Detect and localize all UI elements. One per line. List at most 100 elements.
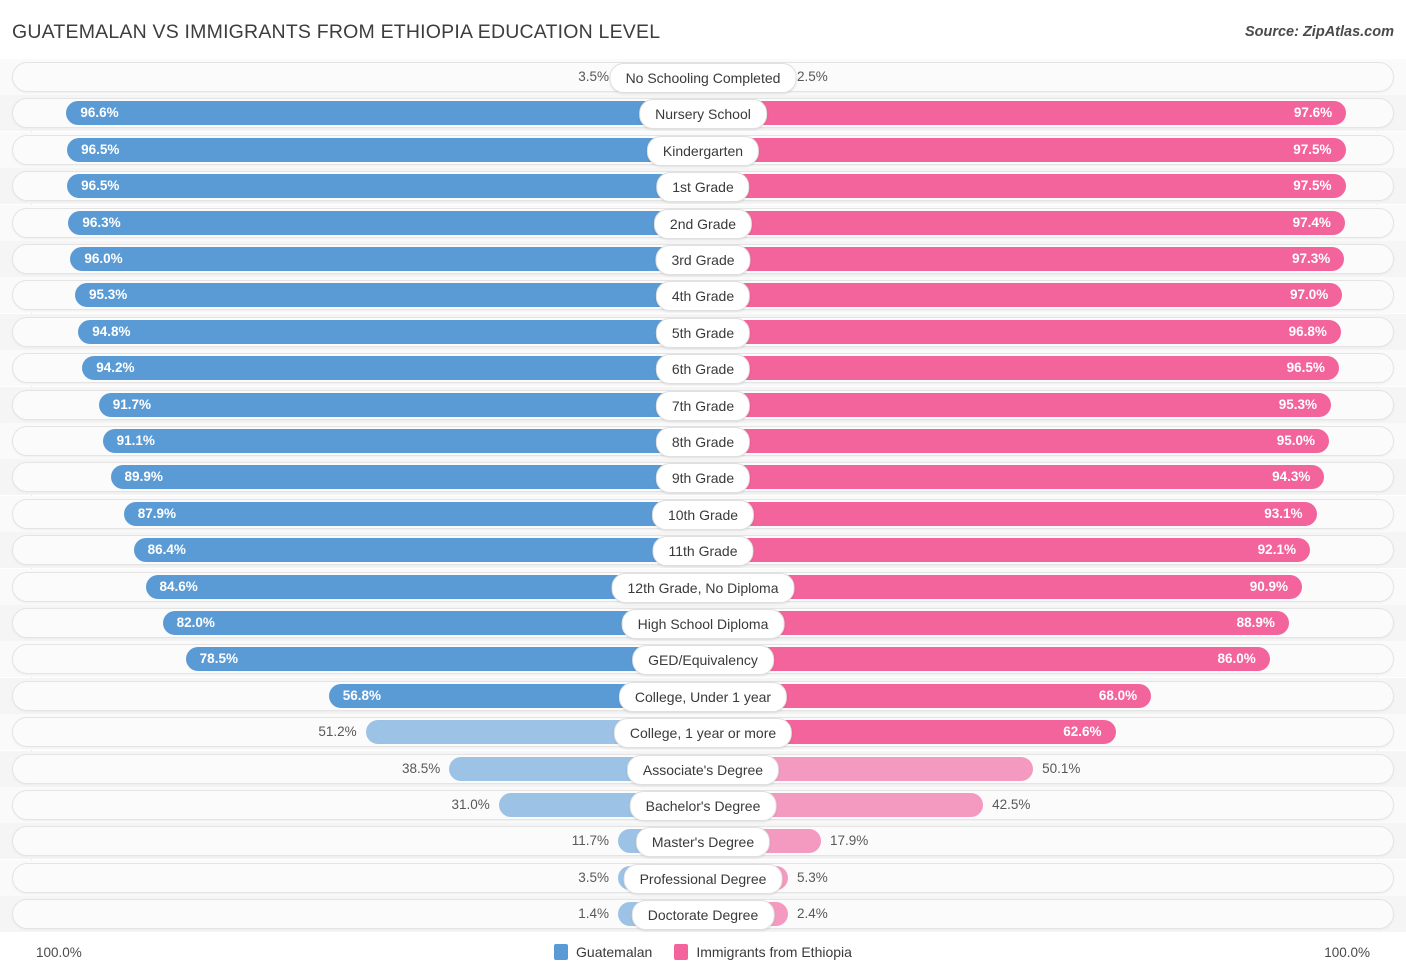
bar-value-left: 78.5% bbox=[199, 651, 238, 667]
bar-right-ethiopia[interactable] bbox=[703, 647, 1270, 672]
category-label[interactable]: 6th Grade bbox=[655, 354, 751, 385]
bar-left-guatemalan[interactable] bbox=[110, 465, 703, 490]
category-label[interactable]: 12th Grade, No Diploma bbox=[611, 572, 795, 603]
bar-right-ethiopia[interactable] bbox=[703, 429, 1330, 453]
bar-value-left: 94.8% bbox=[92, 323, 131, 339]
bar-value-right: 62.6% bbox=[1063, 724, 1102, 740]
bar-value-left: 51.2% bbox=[318, 724, 357, 740]
bar-right-ethiopia[interactable] bbox=[703, 319, 1341, 344]
bar-right-ethiopia[interactable] bbox=[703, 137, 1346, 162]
bar-right-ethiopia[interactable] bbox=[703, 538, 1310, 563]
chart-root: GUATEMALAN VS IMMIGRANTS FROM ETHIOPIA E… bbox=[0, 0, 1406, 975]
chart-footer: 100.0% 100.0% Guatemalan Immigrants from … bbox=[0, 936, 1406, 975]
bar-right-ethiopia[interactable] bbox=[703, 392, 1332, 417]
bar-value-right: 96.8% bbox=[1288, 323, 1327, 339]
bar-value-right: 97.5% bbox=[1293, 141, 1332, 157]
category-label[interactable]: 4th Grade bbox=[655, 281, 751, 312]
bar-row: 91.7% 95.3% 7th Grade bbox=[0, 386, 1406, 423]
category-label[interactable]: GED/Equivalency bbox=[632, 645, 774, 676]
category-label[interactable]: Professional Degree bbox=[623, 863, 783, 894]
bar-right-ethiopia[interactable] bbox=[703, 501, 1317, 526]
bar-value-right: 68.0% bbox=[1098, 687, 1138, 703]
bar-row: 78.5% 86.0% GED/Equivalency bbox=[0, 641, 1406, 678]
bar-right-ethiopia[interactable] bbox=[703, 210, 1345, 235]
bar-value-left: 87.9% bbox=[137, 505, 177, 521]
category-label[interactable]: Kindergarten bbox=[646, 135, 760, 166]
category-label[interactable]: 1st Grade bbox=[656, 172, 750, 203]
bar-value-left: 38.5% bbox=[402, 760, 441, 776]
bar-left-guatemalan[interactable] bbox=[68, 210, 703, 235]
bar-right-ethiopia[interactable] bbox=[703, 247, 1345, 271]
bar-value-right: 42.5% bbox=[992, 797, 1031, 812]
bar-right-ethiopia[interactable] bbox=[703, 283, 1343, 308]
bar-value-right: 86.0% bbox=[1217, 651, 1256, 667]
bar-right-ethiopia[interactable] bbox=[703, 611, 1289, 635]
category-label[interactable]: Master's Degree bbox=[635, 827, 771, 858]
category-label[interactable]: 5th Grade bbox=[655, 317, 751, 348]
bar-left-guatemalan[interactable] bbox=[74, 283, 703, 308]
source-attribution: Source: ZipAtlas.com bbox=[1244, 24, 1394, 40]
bar-row: 38.5% 50.1% Associate's Degree bbox=[0, 750, 1406, 787]
category-label[interactable]: Nursery School bbox=[639, 99, 767, 130]
bar-row: 51.2% 62.6% College, 1 year or more bbox=[0, 714, 1406, 751]
bar-value-right: 95.0% bbox=[1276, 433, 1316, 448]
bar-row: 56.8% 68.0% College, Under 1 year bbox=[0, 677, 1406, 714]
bar-right-ethiopia[interactable] bbox=[703, 465, 1325, 490]
bar-left-guatemalan[interactable] bbox=[67, 137, 703, 162]
bar-row: 96.3% 97.4% 2nd Grade bbox=[0, 204, 1406, 241]
bar-right-ethiopia[interactable] bbox=[703, 174, 1346, 199]
bar-value-left: 89.9% bbox=[124, 469, 163, 485]
bar-value-left: 94.2% bbox=[96, 360, 135, 376]
category-label[interactable]: College, Under 1 year bbox=[618, 681, 788, 712]
bar-left-guatemalan[interactable] bbox=[70, 247, 703, 271]
legend-item[interactable]: Immigrants from Ethiopia bbox=[674, 944, 852, 960]
bar-left-guatemalan[interactable] bbox=[98, 392, 703, 417]
category-label[interactable]: High School Diploma bbox=[621, 609, 785, 639]
bar-value-right: 97.5% bbox=[1293, 178, 1332, 194]
legend-label: Guatemalan bbox=[576, 944, 653, 960]
bar-value-right: 90.9% bbox=[1249, 578, 1289, 594]
category-label[interactable]: No Schooling Completed bbox=[609, 63, 797, 93]
category-label[interactable]: Doctorate Degree bbox=[631, 900, 775, 931]
bar-right-ethiopia[interactable] bbox=[703, 101, 1347, 126]
bar-left-guatemalan[interactable] bbox=[78, 319, 703, 344]
category-label[interactable]: 7th Grade bbox=[655, 390, 751, 421]
category-label[interactable]: 11th Grade bbox=[652, 536, 754, 567]
category-label[interactable]: 2nd Grade bbox=[653, 208, 753, 239]
bar-right-ethiopia[interactable] bbox=[703, 356, 1339, 381]
bar-value-right: 5.3% bbox=[797, 869, 828, 885]
category-label[interactable]: 9th Grade bbox=[655, 463, 751, 494]
bar-value-left: 96.6% bbox=[80, 105, 119, 121]
bar-value-left: 84.6% bbox=[159, 578, 198, 594]
bar-row: 96.5% 97.5% 1st Grade bbox=[0, 168, 1406, 205]
bar-row: 86.4% 92.1% 11th Grade bbox=[0, 532, 1406, 569]
legend-item[interactable]: Guatemalan bbox=[554, 944, 652, 960]
bar-left-guatemalan[interactable] bbox=[123, 501, 703, 526]
bar-row: 94.2% 96.5% 6th Grade bbox=[0, 350, 1406, 387]
category-label[interactable]: 3rd Grade bbox=[655, 245, 751, 275]
page-title: GUATEMALAN VS IMMIGRANTS FROM ETHIOPIA E… bbox=[12, 21, 661, 43]
bar-value-left: 31.0% bbox=[451, 797, 490, 812]
bar-value-right: 96.5% bbox=[1286, 360, 1325, 376]
bar-value-right: 97.0% bbox=[1289, 287, 1329, 303]
bar-value-left: 91.1% bbox=[116, 433, 155, 448]
category-label[interactable]: Associate's Degree bbox=[626, 754, 780, 785]
bar-left-guatemalan[interactable] bbox=[102, 429, 703, 453]
bar-row: 87.9% 93.1% 10th Grade bbox=[0, 495, 1406, 532]
category-label[interactable]: 10th Grade bbox=[651, 499, 755, 530]
bar-row: 11.7% 17.9% Master's Degree bbox=[0, 823, 1406, 860]
bar-left-guatemalan[interactable] bbox=[67, 174, 703, 199]
category-label[interactable]: 8th Grade bbox=[655, 427, 751, 457]
bar-row: 84.6% 90.9% 12th Grade, No Diploma bbox=[0, 568, 1406, 605]
bar-left-guatemalan[interactable] bbox=[185, 647, 703, 672]
bar-left-guatemalan[interactable] bbox=[133, 538, 703, 563]
category-label[interactable]: College, 1 year or more bbox=[613, 718, 793, 749]
bar-left-guatemalan[interactable] bbox=[82, 356, 703, 381]
bar-row: 96.6% 97.6% Nursery School bbox=[0, 95, 1406, 132]
bar-value-right: 2.4% bbox=[797, 906, 828, 922]
category-label[interactable]: Bachelor's Degree bbox=[629, 791, 777, 821]
bar-value-right: 97.6% bbox=[1293, 105, 1333, 121]
bar-row: 82.0% 88.9% High School Diploma bbox=[0, 605, 1406, 641]
bar-row: 96.0% 97.3% 3rd Grade bbox=[0, 241, 1406, 277]
bar-left-guatemalan[interactable] bbox=[66, 101, 703, 126]
